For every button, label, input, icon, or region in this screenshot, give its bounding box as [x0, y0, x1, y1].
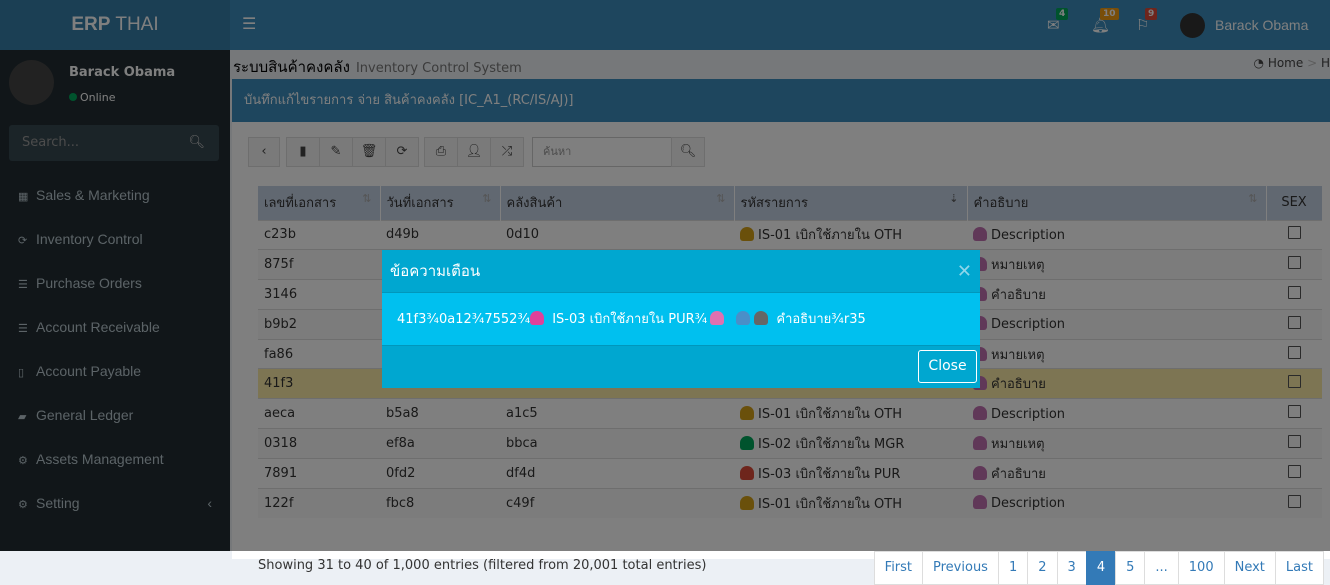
page-button[interactable]: 1: [997, 551, 1029, 585]
page-button[interactable]: First: [873, 551, 924, 585]
page-button[interactable]: 3: [1056, 551, 1087, 585]
page-button[interactable]: Next: [1223, 551, 1276, 585]
table-info: Showing 31 to 40 of 1,000 entries (filte…: [258, 558, 707, 573]
page-button[interactable]: Last: [1274, 551, 1324, 585]
page-button[interactable]: 100: [1177, 551, 1225, 585]
page-button[interactable]: Previous: [922, 551, 999, 585]
female-user-icon: [710, 311, 725, 325]
user-forward-icon: [754, 311, 769, 325]
modal-message: 41f3¾0a12¾7552¾ IS-03 เบิกใช้ภายใน PUR¾ …: [382, 293, 980, 346]
page-button[interactable]: 2: [1027, 551, 1058, 585]
pagination: First Previous 1 2 3 4 5... 100 Next Last: [873, 551, 1324, 585]
page-button[interactable]: 5: [1115, 551, 1146, 585]
modal-title: ข้อความเตือน: [390, 262, 481, 280]
user-alert-icon: [530, 311, 545, 325]
page-button[interactable]: 4: [1085, 551, 1117, 585]
alert-modal: ข้อความเตือน ✕ 41f3¾0a12¾7552¾ IS-03 เบิก…: [382, 250, 980, 388]
close-icon[interactable]: ✕: [957, 250, 972, 293]
page-button[interactable]: ...: [1144, 551, 1179, 585]
male-user-icon: [736, 311, 751, 325]
close-button[interactable]: Close: [918, 350, 977, 383]
